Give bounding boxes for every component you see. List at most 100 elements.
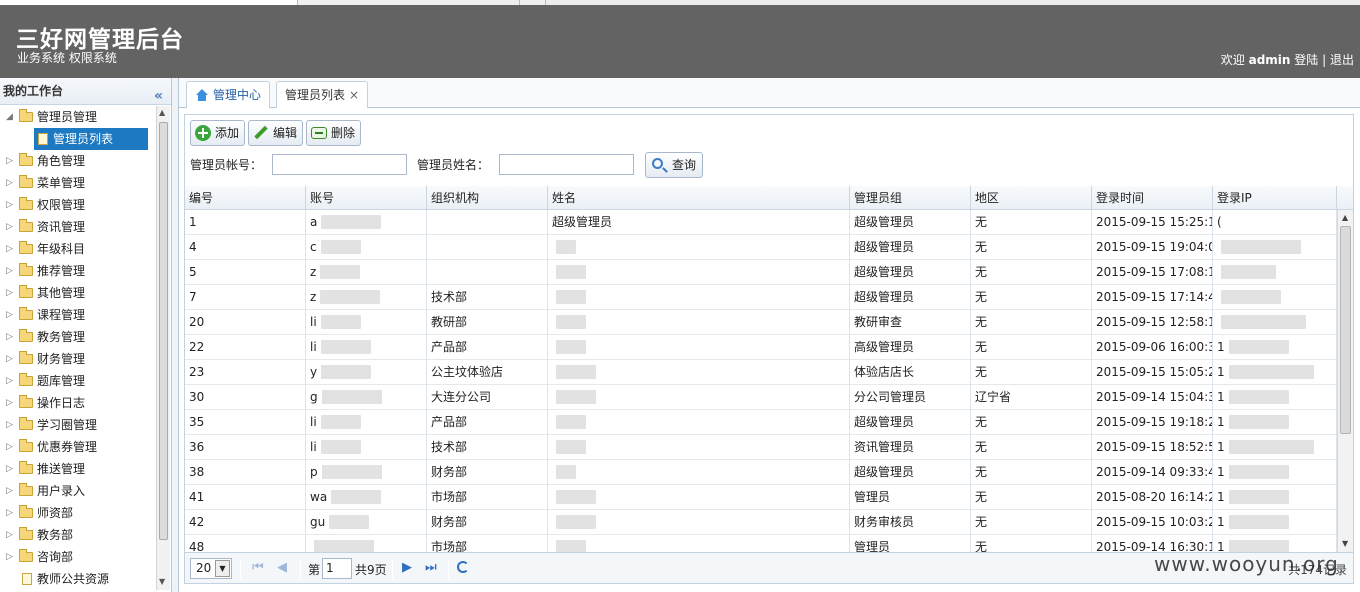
sidebar-item[interactable]: ▷ 教务部	[0, 524, 156, 546]
sidebar-item-teacher-resources[interactable]: 教师公共资源	[0, 568, 156, 590]
column-header[interactable]: 组织机构	[427, 186, 548, 210]
tab-admin-list[interactable]: 管理员列表 ×	[276, 81, 369, 108]
table-row[interactable]: 23 y 公主坟体验店 体验店店长 无 2015-09-15 15:05:28 1	[185, 360, 1337, 385]
table-row[interactable]: 38 p 财务部 超级管理员 无 2015-09-14 09:33:42 1	[185, 460, 1337, 485]
triangle-right-icon[interactable]: ▷	[6, 436, 13, 458]
delete-button[interactable]: 删除	[306, 120, 362, 146]
folder-icon	[19, 351, 33, 364]
table-row[interactable]: 48 市场部 管理员 无 2015-09-14 16:30:16 1	[185, 535, 1337, 552]
column-header[interactable]: 登录时间	[1092, 186, 1213, 210]
sidebar-item[interactable]: ▷ 题库管理	[0, 370, 156, 392]
triangle-right-icon[interactable]: ▷	[6, 150, 13, 172]
triangle-right-icon[interactable]: ▷	[6, 392, 13, 414]
triangle-right-icon[interactable]: ▷	[6, 370, 13, 392]
table-cell: 7	[185, 285, 306, 310]
system-links[interactable]: 业务系统 权限系统	[17, 49, 117, 66]
sidebar-item[interactable]: ▷ 学习圈管理	[0, 414, 156, 436]
table-row[interactable]: 5 z 超级管理员 无 2015-09-15 17:08:13	[185, 260, 1337, 285]
scroll-down-icon[interactable]: ▼	[159, 577, 165, 586]
sidebar-item-admin-list[interactable]: 管理员列表	[34, 128, 148, 150]
next-page-icon[interactable]: ▶	[402, 560, 412, 576]
triangle-right-icon[interactable]: ▷	[6, 304, 13, 326]
sidebar-item[interactable]: ▷ 咨询部	[0, 546, 156, 568]
table-row[interactable]: 22 li 产品部 高级管理员 无 2015-09-06 16:00:36 1	[185, 335, 1337, 360]
sidebar-item-label: 推送管理	[37, 462, 86, 476]
triangle-right-icon[interactable]: ▷	[6, 260, 13, 282]
sidebar-item[interactable]: ▷ 操作日志	[0, 392, 156, 414]
close-icon[interactable]: ×	[349, 88, 359, 102]
sidebar-item[interactable]: ▷ 菜单管理	[0, 172, 156, 194]
column-header[interactable]: 编号	[185, 186, 306, 210]
triangle-right-icon[interactable]: ▷	[6, 348, 13, 370]
triangle-down-icon[interactable]: ◢	[6, 106, 13, 128]
triangle-right-icon[interactable]: ▷	[6, 546, 13, 568]
column-header[interactable]: 管理员组	[850, 186, 971, 210]
triangle-right-icon[interactable]: ▷	[6, 502, 13, 524]
table-row[interactable]: 4 c 超级管理员 无 2015-09-15 19:04:01	[185, 235, 1337, 260]
triangle-right-icon[interactable]: ▷	[6, 194, 13, 216]
table-cell: li	[306, 335, 427, 360]
grid-scrollbar[interactable]: ▲ ▼	[1337, 210, 1353, 552]
table-row[interactable]: 41 wa 市场部 管理员 无 2015-08-20 16:14:23 1	[185, 485, 1337, 510]
sidebar-item[interactable]: ▷ 资讯管理	[0, 216, 156, 238]
name-input[interactable]	[499, 154, 634, 175]
login-link[interactable]: 登陆 |	[1294, 53, 1326, 67]
prev-page-icon[interactable]: ◀	[277, 560, 287, 576]
column-header[interactable]: 账号	[306, 186, 427, 210]
account-input[interactable]	[272, 154, 407, 175]
table-row[interactable]: 42 gu 财务部 财务审核员 无 2015-09-15 10:03:23 1	[185, 510, 1337, 535]
column-header[interactable]: 姓名	[548, 186, 850, 210]
triangle-right-icon[interactable]: ▷	[6, 172, 13, 194]
table-row[interactable]: 7 z 技术部 超级管理员 无 2015-09-15 17:14:45	[185, 285, 1337, 310]
table-row[interactable]: 36 li 技术部 资讯管理员 无 2015-09-15 18:52:56 1	[185, 435, 1337, 460]
triangle-right-icon[interactable]: ▷	[6, 216, 13, 238]
sidebar-item[interactable]: ▷ 年级科目	[0, 238, 156, 260]
triangle-right-icon[interactable]: ▷	[6, 238, 13, 260]
sidebar-item[interactable]: ▷ 推荐管理	[0, 260, 156, 282]
sidebar-item[interactable]: ▷ 推送管理	[0, 458, 156, 480]
table-row[interactable]: 1 a 超级管理员 超级管理员 无 2015-09-15 15:25:11 (	[185, 210, 1337, 235]
search-button[interactable]: 查询	[645, 152, 704, 178]
sidebar-item[interactable]: ▷ 角色管理	[0, 150, 156, 172]
table-row[interactable]: 20 li 教研部 教研审查 无 2015-09-15 12:58:17	[185, 310, 1337, 335]
sidebar-item[interactable]: ▷ 课程管理	[0, 304, 156, 326]
table-cell: p	[306, 460, 427, 485]
sidebar-item[interactable]: ▷ 其他管理	[0, 282, 156, 304]
first-page-icon[interactable]: ⏮	[252, 560, 264, 576]
sidebar-item[interactable]: ▷ 师资部	[0, 502, 156, 524]
column-header[interactable]: 登录IP	[1213, 186, 1337, 210]
sidebar-scroll-thumb[interactable]	[159, 122, 168, 540]
triangle-right-icon[interactable]: ▷	[6, 282, 13, 304]
sidebar-item[interactable]: ◢ 管理员管理	[0, 106, 156, 128]
logout-link[interactable]: 退出	[1330, 53, 1354, 67]
scroll-down-icon[interactable]: ▼	[1342, 539, 1348, 548]
table-cell: 无	[971, 435, 1092, 460]
triangle-right-icon[interactable]: ▷	[6, 480, 13, 502]
column-header[interactable]: 地区	[971, 186, 1092, 210]
triangle-right-icon[interactable]: ▷	[6, 458, 13, 480]
scroll-up-icon[interactable]: ▲	[159, 108, 165, 117]
table-row[interactable]: 30 g 大连分公司 分公司管理员 辽宁省 2015-09-14 15:04:31 1	[185, 385, 1337, 410]
add-button[interactable]: 添加	[190, 120, 246, 146]
cell-text: a	[310, 215, 318, 229]
refresh-icon[interactable]	[457, 561, 469, 573]
grid-scroll-thumb[interactable]	[1340, 226, 1351, 434]
sidebar-item[interactable]: ▷ 权限管理	[0, 194, 156, 216]
edit-button[interactable]: 编辑	[248, 120, 304, 146]
table-cell: 42	[185, 510, 306, 535]
triangle-right-icon[interactable]: ▷	[6, 524, 13, 546]
table-cell: 超级管理员	[850, 235, 971, 260]
scroll-up-icon[interactable]: ▲	[1342, 213, 1348, 222]
table-row[interactable]: 35 li 产品部 超级管理员 无 2015-09-15 19:18:23 1	[185, 410, 1337, 435]
last-page-icon[interactable]: ⏭	[425, 560, 437, 576]
sidebar-scrollbar[interactable]: ▲ ▼	[156, 106, 170, 590]
sidebar-item[interactable]: ▷ 教务管理	[0, 326, 156, 348]
triangle-right-icon[interactable]: ▷	[6, 414, 13, 436]
triangle-right-icon[interactable]: ▷	[6, 326, 13, 348]
tab-home[interactable]: 管理中心	[186, 81, 271, 108]
sidebar-item[interactable]: ▷ 财务管理	[0, 348, 156, 370]
sidebar-item[interactable]: ▷ 用户录入	[0, 480, 156, 502]
sidebar-item[interactable]: ▷ 优惠券管理	[0, 436, 156, 458]
page-size-select[interactable]: 20 ▼	[190, 558, 232, 579]
page-number-input[interactable]: 1	[322, 558, 352, 579]
